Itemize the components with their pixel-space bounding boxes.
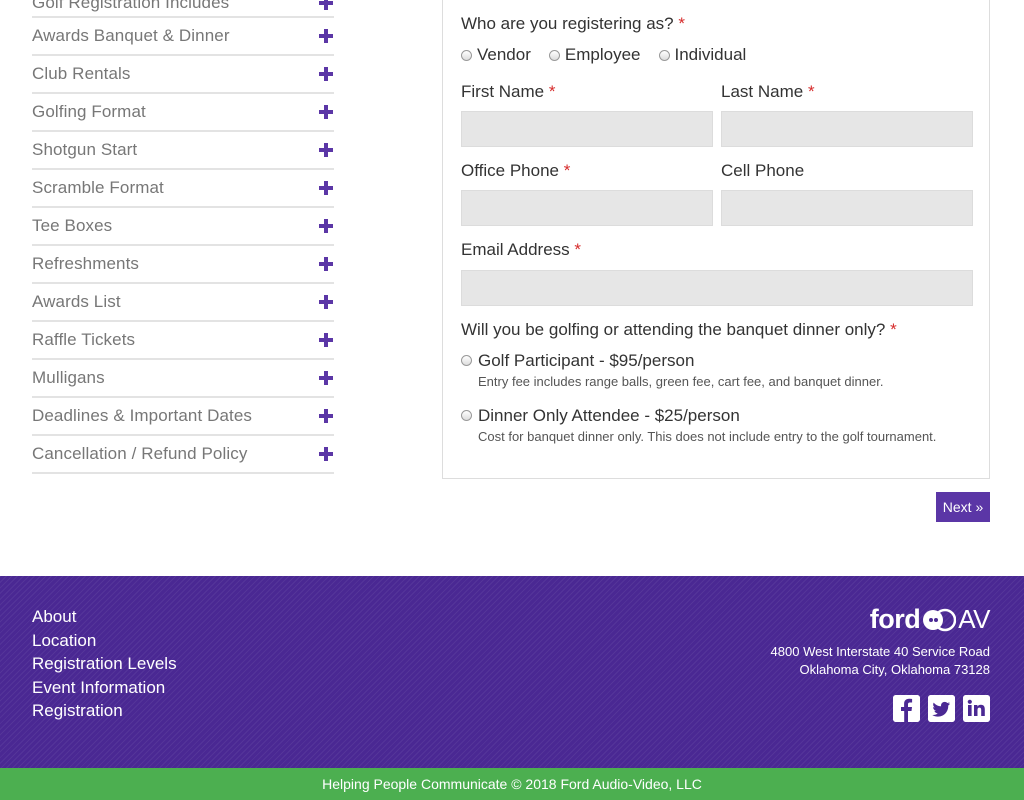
twitter-icon[interactable] bbox=[928, 695, 955, 722]
accordion-item-golfing-format[interactable]: Golfing Format bbox=[32, 94, 334, 132]
accordion-item-tee-boxes[interactable]: Tee Boxes bbox=[32, 208, 334, 246]
accordion-item-label: Awards List bbox=[32, 292, 121, 311]
plus-icon bbox=[319, 143, 333, 157]
accordion-item-label: Deadlines & Important Dates bbox=[32, 406, 253, 425]
accordion-item-label: Raffle Tickets bbox=[32, 330, 136, 349]
facebook-icon[interactable] bbox=[893, 695, 920, 722]
office-phone-label: Office Phone * bbox=[461, 161, 571, 180]
plus-icon bbox=[319, 105, 333, 119]
twitter-glyph-icon bbox=[928, 695, 955, 722]
accordion-item-label: Tee Boxes bbox=[32, 216, 113, 235]
address-line-2: Oklahoma City, Oklahoma 73128 bbox=[799, 662, 990, 677]
footer-nav: About Location Registration Levels Event… bbox=[32, 605, 177, 723]
plus-icon bbox=[319, 181, 333, 195]
ford-av-logo[interactable]: ford AV bbox=[869, 604, 991, 635]
attendance-question-label: Will you be golfing or attending the ban… bbox=[461, 320, 897, 339]
radio-individual[interactable]: Individual bbox=[658, 45, 746, 65]
footer-link-registration-levels[interactable]: Registration Levels bbox=[32, 652, 177, 676]
accordion-item-deadlines[interactable]: Deadlines & Important Dates bbox=[32, 398, 334, 436]
radio-button[interactable] bbox=[461, 410, 472, 421]
plus-icon bbox=[319, 447, 333, 461]
plus-icon bbox=[319, 371, 333, 385]
linkedin-glyph-icon bbox=[963, 695, 990, 722]
footer-link-registration[interactable]: Registration bbox=[32, 699, 177, 723]
accordion-item-shotgun-start[interactable]: Shotgun Start bbox=[32, 132, 334, 170]
office-phone-input[interactable] bbox=[461, 190, 713, 226]
choice-description: Entry fee includes range balls, green fe… bbox=[478, 374, 884, 389]
accordion-item-label: Shotgun Start bbox=[32, 140, 138, 159]
accordion-item-label: Scramble Format bbox=[32, 178, 164, 197]
plus-icon bbox=[319, 295, 333, 309]
first-name-input[interactable] bbox=[461, 111, 713, 147]
accordion-item-awards-list[interactable]: Awards List bbox=[32, 284, 334, 322]
accordion-item-scramble-format[interactable]: Scramble Format bbox=[32, 170, 334, 208]
cell-phone-label: Cell Phone bbox=[721, 161, 805, 180]
accordion-item-golf-registration-includes[interactable]: Golf Registration Includes bbox=[32, 0, 334, 18]
accordion-item-label: Refreshments bbox=[32, 254, 140, 273]
registering-as-options: Vendor Employee Individual bbox=[461, 45, 746, 65]
radio-button[interactable] bbox=[548, 49, 560, 61]
copyright-bar: Helping People Communicate © 2018 Ford A… bbox=[0, 768, 1024, 800]
accordion-item-label: Mulligans bbox=[32, 368, 105, 387]
logo-text: ford bbox=[869, 604, 921, 634]
accordion-item-refreshments[interactable]: Refreshments bbox=[32, 246, 334, 284]
choice-description: Cost for banquet dinner only. This does … bbox=[478, 429, 937, 444]
footer-link-location[interactable]: Location bbox=[32, 629, 177, 653]
accordion-item-label: Cancellation / Refund Policy bbox=[32, 444, 248, 463]
plus-icon bbox=[319, 67, 333, 81]
cell-phone-input[interactable] bbox=[721, 190, 973, 226]
accordion-item-label: Club Rentals bbox=[32, 64, 131, 83]
choice-title: Dinner Only Attendee - $25/person bbox=[478, 406, 740, 425]
plus-icon bbox=[319, 0, 333, 10]
accordion-item-label: Awards Banquet & Dinner bbox=[32, 26, 230, 45]
social-links bbox=[893, 695, 990, 722]
accordion-item-mulligans[interactable]: Mulligans bbox=[32, 360, 334, 398]
footer-link-about[interactable]: About bbox=[32, 605, 177, 629]
email-label: Email Address * bbox=[461, 240, 582, 259]
email-input[interactable] bbox=[461, 270, 973, 306]
accordion-item-label: Golf Registration Includes bbox=[32, 0, 230, 12]
address-line-1: 4800 West Interstate 40 Service Road bbox=[770, 644, 990, 659]
first-name-label: First Name * bbox=[461, 82, 556, 101]
plus-icon bbox=[319, 409, 333, 423]
footer-address: 4800 West Interstate 40 Service Road Okl… bbox=[771, 643, 990, 679]
radio-button[interactable] bbox=[658, 49, 670, 61]
footer-link-event-information[interactable]: Event Information bbox=[32, 676, 177, 700]
plus-icon bbox=[319, 257, 333, 271]
accordion-item-awards-banquet[interactable]: Awards Banquet & Dinner bbox=[32, 18, 334, 56]
radio-button[interactable] bbox=[461, 355, 472, 366]
registration-form: Who are you registering as? * Vendor Emp… bbox=[442, 0, 990, 479]
radio-button[interactable] bbox=[461, 49, 472, 61]
site-footer: About Location Registration Levels Event… bbox=[0, 576, 1024, 768]
copyright-text: Helping People Communicate © 2018 Ford A… bbox=[322, 776, 702, 792]
last-name-input[interactable] bbox=[721, 111, 973, 147]
plus-icon bbox=[319, 333, 333, 347]
plus-icon bbox=[319, 219, 333, 233]
linkedin-icon[interactable] bbox=[963, 695, 990, 722]
facebook-glyph-icon bbox=[893, 695, 920, 722]
choice-title: Golf Participant - $95/person bbox=[478, 351, 695, 370]
radio-vendor[interactable]: Vendor bbox=[461, 45, 531, 65]
plus-icon bbox=[319, 29, 333, 43]
accordion-item-club-rentals[interactable]: Club Rentals bbox=[32, 56, 334, 94]
accordion-item-label: Golfing Format bbox=[32, 102, 146, 121]
logo-mark-icon bbox=[923, 608, 957, 631]
logo-suffix: AV bbox=[958, 604, 990, 634]
required-marker: * bbox=[678, 14, 685, 33]
accordion-item-cancellation-policy[interactable]: Cancellation / Refund Policy bbox=[32, 436, 334, 474]
accordion-item-raffle-tickets[interactable]: Raffle Tickets bbox=[32, 322, 334, 360]
radio-employee[interactable]: Employee bbox=[548, 45, 641, 65]
info-accordion: Golf Registration Includes Awards Banque… bbox=[32, 0, 334, 474]
registering-as-label: Who are you registering as? * bbox=[461, 14, 685, 33]
last-name-label: Last Name * bbox=[721, 82, 815, 101]
next-button[interactable]: Next » bbox=[936, 492, 990, 522]
